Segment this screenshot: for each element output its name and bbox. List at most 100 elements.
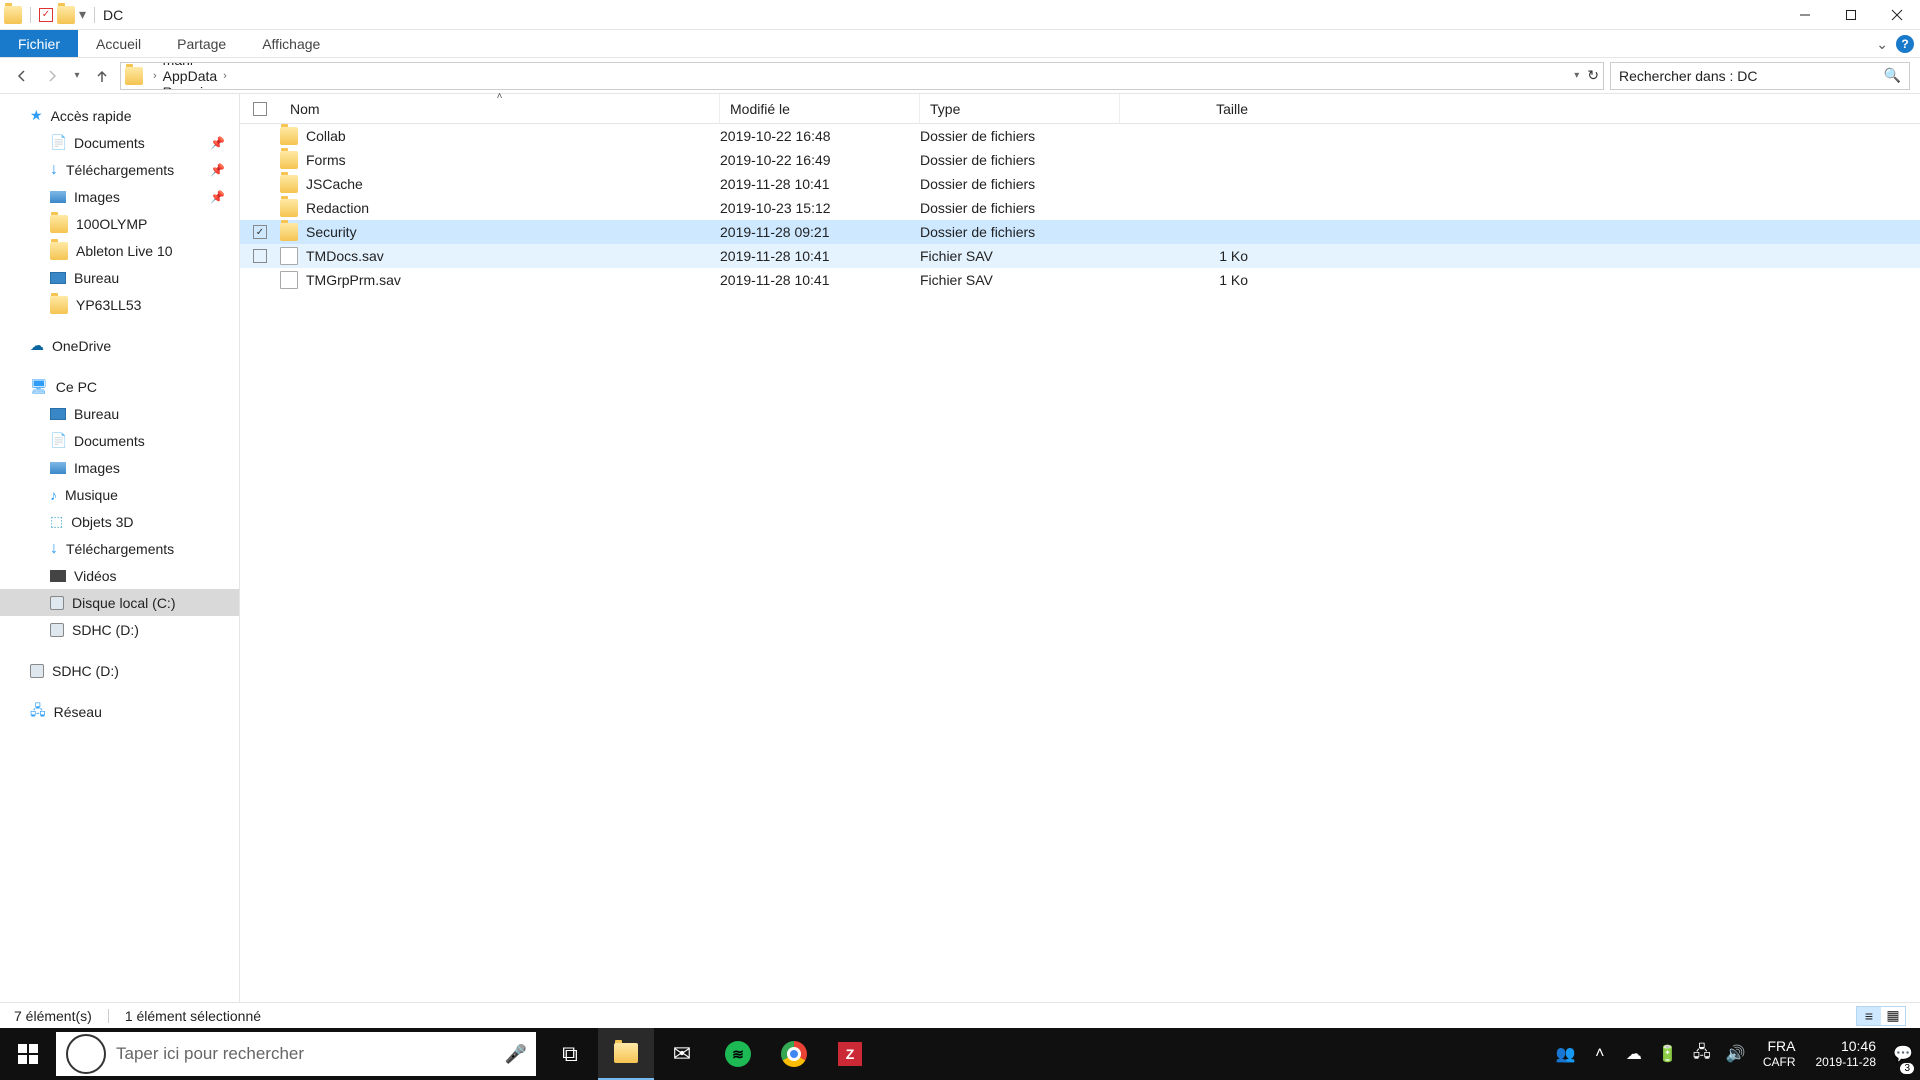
nav-recent-dropdown[interactable]: ▾	[70, 64, 84, 88]
qat-dropdown-icon[interactable]: ▾	[79, 6, 86, 23]
app-icon[interactable]	[4, 6, 22, 24]
tree-item[interactable]: Vidéos	[0, 562, 239, 589]
tree-item[interactable]: Images📌	[0, 183, 239, 210]
file-size: 1 Ko	[1219, 248, 1248, 264]
tree-item[interactable]: Disque local (C:)	[0, 589, 239, 616]
tree-quick-access[interactable]: ★Accès rapide	[0, 102, 239, 129]
file-modified: 2019-10-22 16:48	[720, 128, 831, 144]
help-button[interactable]: ?	[1896, 35, 1914, 53]
file-row[interactable]: TMDocs.sav2019-11-28 10:41Fichier SAV1 K…	[240, 244, 1920, 268]
folder-icon	[50, 215, 68, 233]
tray-network-icon[interactable]: 🖧	[1685, 1028, 1719, 1080]
file-row[interactable]: Collab2019-10-22 16:48Dossier de fichier…	[240, 124, 1920, 148]
taskbar-app-zotero[interactable]: Z	[822, 1028, 878, 1080]
tree-item[interactable]: Images	[0, 454, 239, 481]
tray-notifications-icon[interactable]: 💬3	[1886, 1028, 1920, 1080]
column-header-type[interactable]: Type	[920, 94, 1120, 123]
address-bar[interactable]: › Ce PC›Disque local (C:)›Utilisateurs›m…	[120, 62, 1604, 90]
chevron-right-icon[interactable]: ›	[199, 62, 203, 66]
tree-item[interactable]: 100OLYMP	[0, 210, 239, 237]
desktop-icon	[50, 408, 66, 420]
divider	[30, 7, 31, 23]
file-row[interactable]: TMGrpPrm.sav2019-11-28 10:41Fichier SAV1…	[240, 268, 1920, 292]
status-item-count: 7 élément(s)	[14, 1008, 92, 1024]
ribbon-tab-home[interactable]: Accueil	[78, 30, 159, 57]
column-header-modified[interactable]: Modifié le	[720, 94, 920, 123]
tree-item[interactable]: ⬚Objets 3D	[0, 508, 239, 535]
breadcrumb-segment[interactable]: AppData	[163, 68, 217, 84]
file-modified: 2019-11-28 09:21	[720, 224, 830, 240]
start-button[interactable]	[0, 1028, 56, 1080]
file-row[interactable]: Forms2019-10-22 16:49Dossier de fichiers	[240, 148, 1920, 172]
address-dropdown-icon[interactable]: ▾	[1574, 70, 1579, 81]
chevron-right-icon[interactable]: ›	[225, 86, 229, 90]
tree-sdhc[interactable]: SDHC (D:)	[0, 657, 239, 684]
qat-newfolder-icon[interactable]	[57, 6, 75, 24]
column-header-size[interactable]: Taille	[1120, 94, 1260, 123]
mic-icon[interactable]: 🎤	[496, 1044, 536, 1065]
ribbon-tab-view[interactable]: Affichage	[244, 30, 338, 57]
tree-this-pc[interactable]: 🖥Ce PC	[0, 373, 239, 400]
ribbon-tab-file[interactable]: Fichier	[0, 30, 78, 57]
tree-item[interactable]: Bureau	[0, 400, 239, 427]
task-view-button[interactable]: ⧉	[542, 1028, 598, 1080]
search-box[interactable]: Rechercher dans : DC 🔍	[1610, 62, 1910, 90]
tree-network[interactable]: 🖧Réseau	[0, 698, 239, 725]
nav-up-button[interactable]	[90, 64, 114, 88]
qat-properties-icon[interactable]: ✓	[39, 8, 53, 22]
row-checkbox[interactable]	[253, 249, 267, 263]
file-rows[interactable]: Collab2019-10-22 16:48Dossier de fichier…	[240, 124, 1920, 1002]
tray-people-icon[interactable]: 👥	[1549, 1028, 1583, 1080]
close-button[interactable]	[1874, 0, 1920, 30]
file-row[interactable]: Redaction2019-10-23 15:12Dossier de fich…	[240, 196, 1920, 220]
tree-item[interactable]: Ableton Live 10	[0, 237, 239, 264]
taskbar-search[interactable]: Taper ici pour rechercher 🎤	[56, 1032, 536, 1076]
row-checkbox[interactable]	[253, 225, 267, 239]
breadcrumb-segment[interactable]: Roaming	[163, 84, 219, 90]
tree-item[interactable]: ↓Téléchargements📌	[0, 156, 239, 183]
taskbar-app-mail[interactable]: ✉	[654, 1028, 710, 1080]
tree-item[interactable]: 📄Documents📌	[0, 129, 239, 156]
column-header-name[interactable]: Nom˄	[280, 94, 720, 123]
column-header-checkbox[interactable]	[240, 94, 280, 123]
taskbar-app-explorer[interactable]	[598, 1028, 654, 1080]
nav-back-button[interactable]	[10, 64, 34, 88]
pin-icon: 📌	[210, 136, 225, 150]
file-row[interactable]: Security2019-11-28 09:21Dossier de fichi…	[240, 220, 1920, 244]
minimize-button[interactable]	[1782, 0, 1828, 30]
tray-overflow-icon[interactable]: ˄	[1583, 1028, 1617, 1080]
disk-icon	[50, 623, 64, 637]
search-icon[interactable]: 🔍	[1884, 67, 1901, 84]
tray-clock[interactable]: 10:46 2019-11-28	[1806, 1038, 1887, 1069]
tree-item[interactable]: YP63LL53	[0, 291, 239, 318]
chevron-right-icon[interactable]: ›	[223, 70, 227, 82]
chevron-right-icon[interactable]: ›	[153, 70, 157, 82]
ribbon-tab-share[interactable]: Partage	[159, 30, 244, 57]
view-details-button[interactable]: ≡	[1857, 1007, 1881, 1025]
tree-item[interactable]: ↓Téléchargements	[0, 535, 239, 562]
taskbar-app-spotify[interactable]: ≋	[710, 1028, 766, 1080]
refresh-button[interactable]: ↻	[1587, 67, 1599, 84]
tray-language[interactable]: FRA CAFR	[1753, 1038, 1806, 1069]
disk-icon	[30, 664, 44, 678]
tree-item[interactable]: SDHC (D:)	[0, 616, 239, 643]
videos-icon	[50, 570, 66, 582]
view-icons-button[interactable]: ▦	[1881, 1007, 1905, 1025]
taskbar-app-chrome[interactable]	[766, 1028, 822, 1080]
tray-volume-icon[interactable]: 🔊	[1719, 1028, 1753, 1080]
tray-battery-icon[interactable]: 🔋	[1651, 1028, 1685, 1080]
tree-onedrive[interactable]: ☁OneDrive	[0, 332, 239, 359]
file-row[interactable]: JSCache2019-11-28 10:41Dossier de fichie…	[240, 172, 1920, 196]
nav-forward-button[interactable]	[40, 64, 64, 88]
navigation-tree[interactable]: ★Accès rapide 📄Documents📌↓Téléchargement…	[0, 94, 240, 1002]
tree-item[interactable]: ♪Musique	[0, 481, 239, 508]
pin-icon: 📌	[210, 190, 225, 204]
maximize-button[interactable]	[1828, 0, 1874, 30]
tray-onedrive-icon[interactable]: ☁	[1617, 1028, 1651, 1080]
file-name: TMDocs.sav	[306, 248, 384, 264]
folder-icon	[280, 199, 298, 217]
tree-item[interactable]: Bureau	[0, 264, 239, 291]
file-modified: 2019-11-28 10:41	[720, 248, 830, 264]
ribbon-collapse-icon[interactable]: ⌄	[1876, 36, 1888, 53]
tree-item[interactable]: 📄Documents	[0, 427, 239, 454]
